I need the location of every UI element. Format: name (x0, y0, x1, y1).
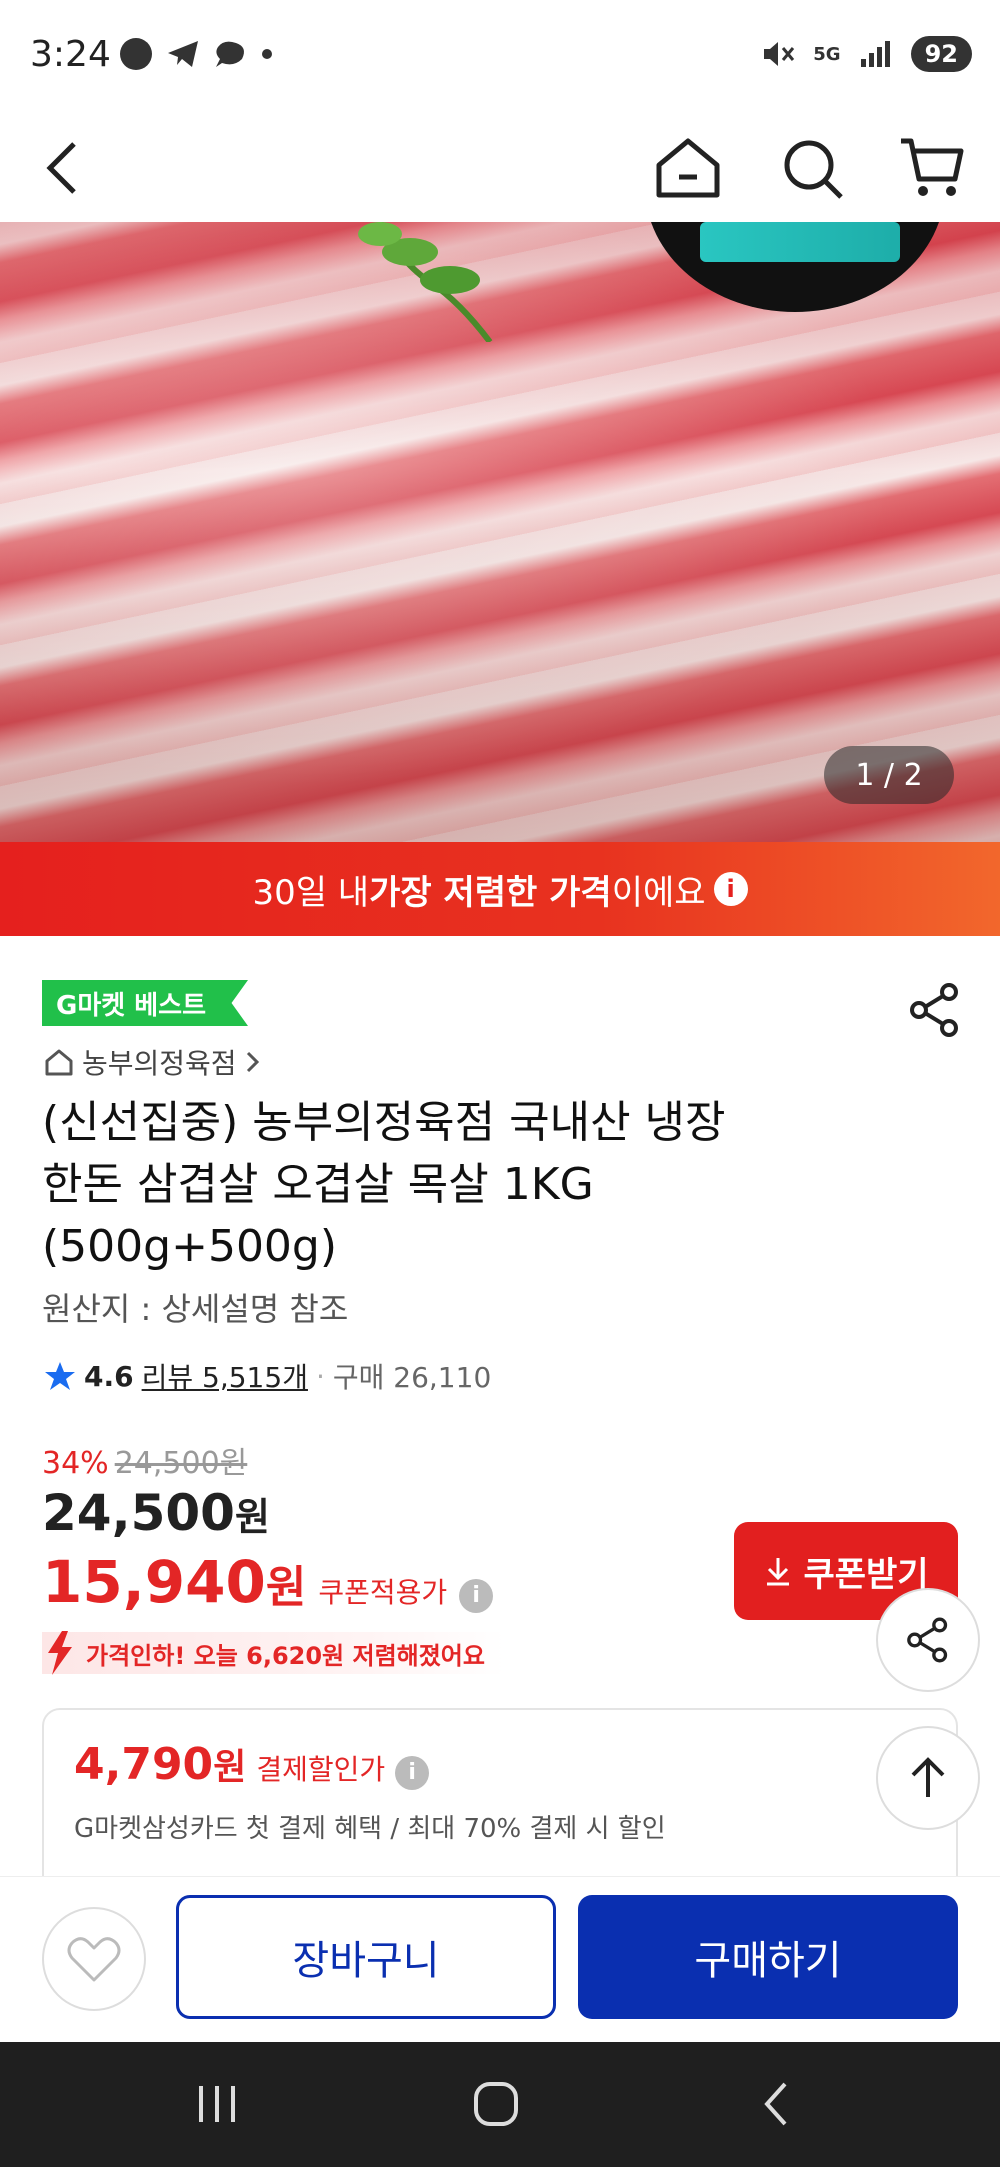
status-time: 3:24 (30, 34, 111, 75)
search-button[interactable] (772, 128, 852, 208)
add-to-cart-button[interactable]: 장바구니 (176, 1895, 556, 2019)
recent-apps-button[interactable] (157, 2064, 277, 2144)
product-title-line: 한돈 삼겹살 오겹살 목살 1KG (42, 1159, 594, 1210)
wishlist-button[interactable] (42, 1907, 146, 2011)
rating-row: 4.6 리뷰 5,515개 · 구매 26,110 (44, 1356, 491, 1396)
buy-now-button[interactable]: 구매하기 (578, 1895, 958, 2019)
store-link[interactable]: 농부의정육점 (44, 1042, 261, 1082)
recent-apps-icon (199, 2086, 235, 2122)
network-label: 5G (813, 43, 841, 65)
rating-score: 4.6 (84, 1359, 134, 1393)
payment-discount-price: 4,790원 결제할인가 i (74, 1738, 430, 1790)
coupon-price: 15,940원 쿠폰적용가 i (42, 1548, 494, 1616)
sale-price-number: 24,500 (42, 1484, 235, 1542)
telegram-icon (168, 41, 198, 67)
chevron-right-icon (246, 1051, 259, 1073)
search-icon (784, 140, 843, 199)
banner-highlight: 가장 저렴한 가격 (369, 872, 612, 913)
sale-price: 24,500원 (42, 1484, 270, 1542)
cart-icon (901, 138, 964, 196)
store-name: 농부의정육점 (82, 1047, 237, 1080)
share-button[interactable] (905, 980, 965, 1040)
promo-sticker-text (700, 222, 900, 262)
chat-icon (216, 41, 244, 67)
discount-row: 34% 24,500원 (42, 1438, 247, 1482)
star-icon (45, 1362, 75, 1390)
get-coupon-label: 쿠폰받기 (803, 1554, 929, 1595)
status-bar: 3:24 5G 92 (0, 0, 1000, 110)
download-icon (767, 1558, 790, 1586)
payment-price-unit: 원 (213, 1747, 247, 1788)
more-notifications-icon (262, 49, 272, 59)
coupon-price-unit: 원 (265, 1562, 307, 1613)
payment-discount-label: 결제할인가 (256, 1753, 386, 1786)
banner-suffix: 이에요 (611, 872, 706, 913)
image-counter: 1 / 2 (824, 746, 954, 804)
original-price: 24,500원 (114, 1446, 248, 1481)
info-icon[interactable]: i (713, 872, 748, 906)
coupon-price-label: 쿠폰적용가 (318, 1576, 448, 1609)
home-icon (656, 138, 720, 198)
lowest-price-banner[interactable]: 30일 내 가장 저렴한 가격 이에요 i (0, 842, 1000, 936)
system-icons: 5G 92 (761, 36, 972, 72)
home-button[interactable] (648, 128, 728, 208)
arrow-up-icon (911, 1757, 945, 1797)
home-nav-icon (474, 2082, 518, 2126)
separator-dot: · (315, 1359, 325, 1393)
coupon-info-icon[interactable]: i (459, 1579, 494, 1613)
back-nav-icon (764, 2082, 787, 2126)
app-notification-icon (120, 38, 152, 70)
product-title-line: (500g+500g) (42, 1221, 338, 1272)
herb-garnish (358, 222, 493, 342)
origin-info: 원산지 : 상세설명 참조 (42, 1290, 349, 1328)
heart-icon (67, 1937, 121, 1982)
coupon-price-number: 15,940 (42, 1548, 266, 1616)
mute-icon (764, 42, 795, 66)
payment-price-number: 4,790 (74, 1739, 214, 1790)
price-drop-notice: 가격인하! 오늘 6,620원 저렴해졌어요 (42, 1631, 505, 1675)
payment-discount-description: G마켓삼성카드 첫 결제 혜택 / 최대 70% 결제 시 할인 (74, 1814, 666, 1844)
review-link[interactable]: 리뷰 5,515개 (142, 1356, 308, 1396)
purchase-count: 구매 26,110 (332, 1361, 492, 1394)
payment-info-icon[interactable]: i (395, 1756, 430, 1790)
cart-button[interactable] (892, 128, 972, 208)
back-button[interactable] (22, 128, 102, 208)
sale-price-unit: 원 (234, 1495, 270, 1539)
store-home-icon (45, 1049, 73, 1076)
scroll-to-top-button[interactable] (876, 1726, 980, 1830)
share-icon (910, 983, 958, 1037)
home-nav-button[interactable] (436, 2064, 556, 2144)
battery-indicator: 92 (910, 36, 972, 72)
product-title-line: (신선집중) 농부의정육점 국내산 냉장 (42, 1097, 726, 1148)
banner-prefix: 30일 내 (252, 872, 370, 913)
top-navigation (0, 110, 1000, 222)
price-down-arrow-icon (48, 1631, 72, 1675)
discount-rate: 34% (42, 1446, 109, 1481)
floating-share-button[interactable] (876, 1588, 980, 1692)
back-nav-button[interactable] (716, 2064, 836, 2144)
signal-icon (860, 41, 890, 67)
back-arrow-icon (46, 142, 76, 194)
best-badge: G마켓 베스트 (42, 980, 248, 1026)
price-drop-text: 가격인하! 오늘 6,620원 저렴해졌어요 (86, 1641, 485, 1670)
system-navigation-bar (0, 2042, 1000, 2167)
notification-icons (120, 38, 272, 70)
product-title: (신선집중) 농부의정육점 국내산 냉장 한돈 삼겹살 오겹살 목살 1KG (… (42, 1092, 942, 1278)
share-icon (907, 1617, 948, 1663)
